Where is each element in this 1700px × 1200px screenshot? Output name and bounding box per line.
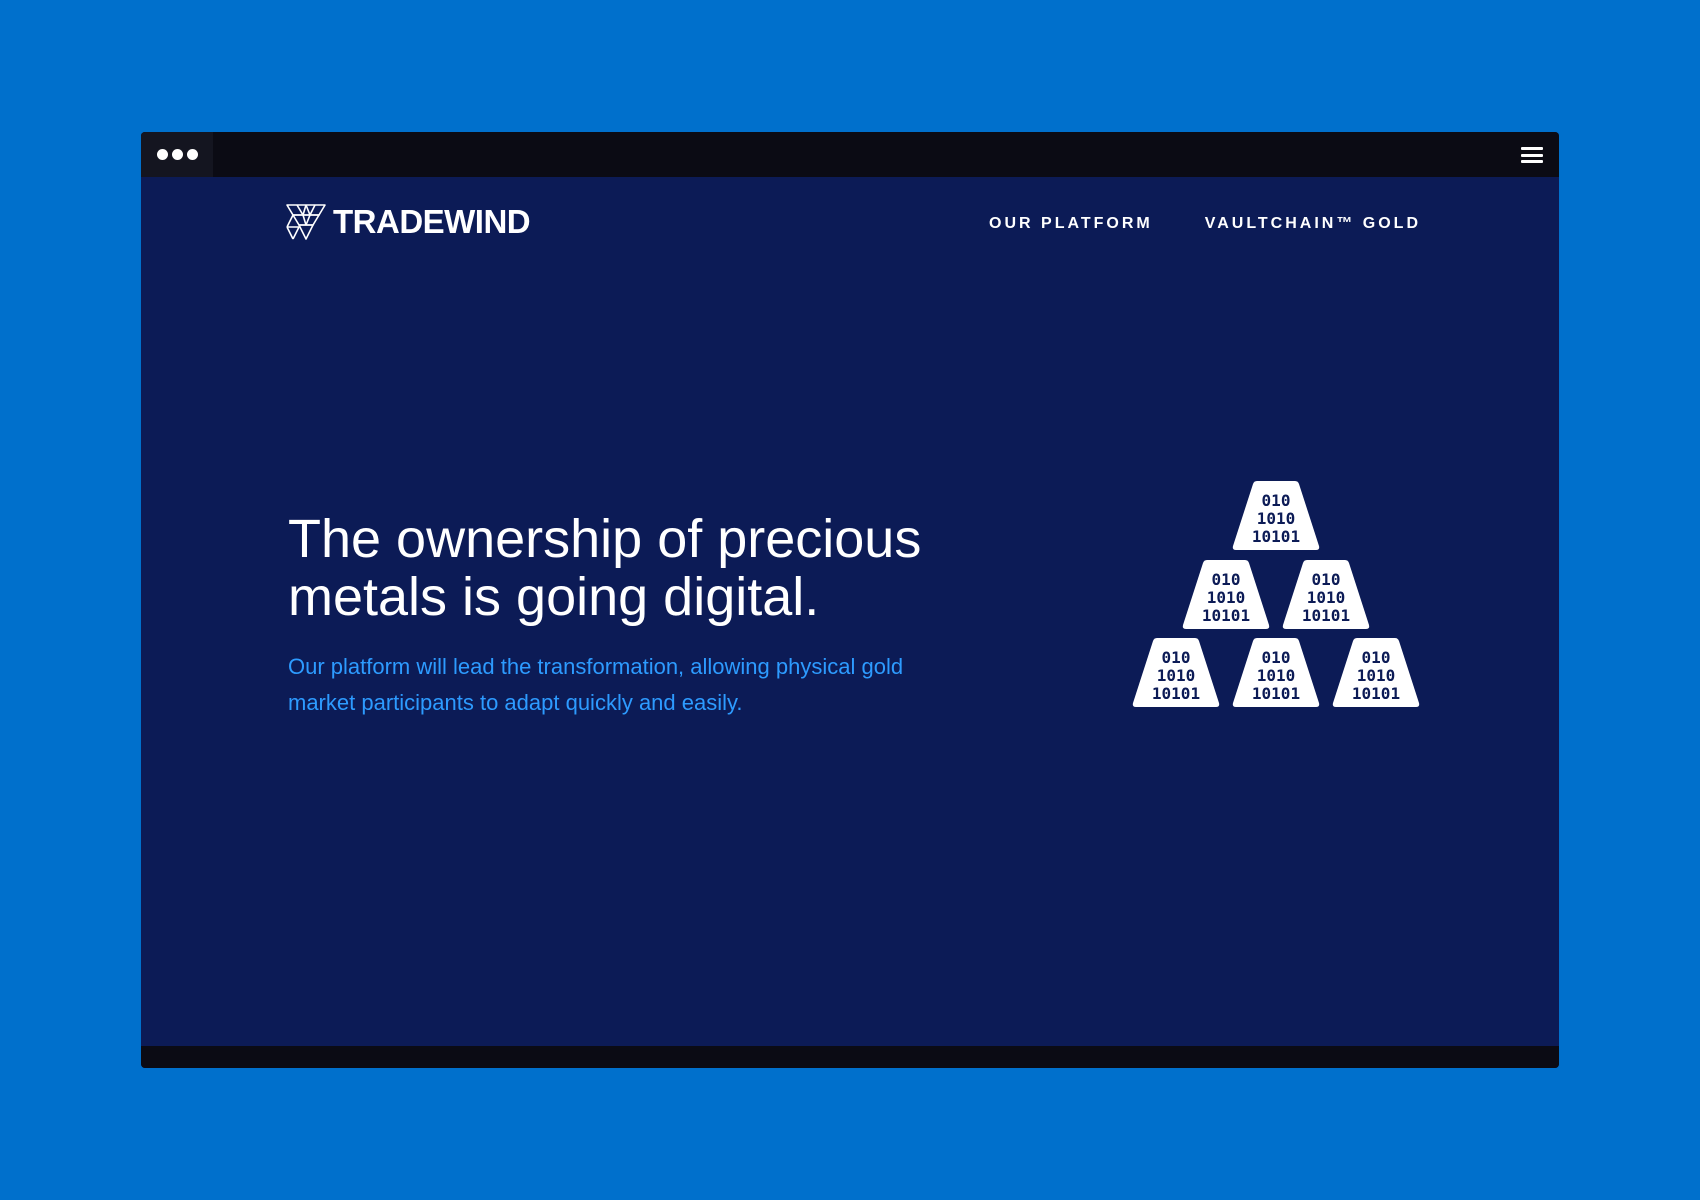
gold-bar-icon: 010 1010 10101: [1181, 559, 1271, 631]
hero-title-line-1: The ownership of precious: [288, 509, 922, 569]
nav-vaultchain-gold[interactable]: VAULTCHAIN™ GOLD: [1205, 215, 1421, 233]
gold-bar-line: 1010: [1256, 509, 1296, 528]
gold-bar-icon: 010 1010 10101: [1231, 637, 1321, 709]
gold-bar-icon: 010 1010 10101: [1131, 637, 1221, 709]
hero-subtitle: Our platform will lead the transformatio…: [288, 649, 988, 721]
browser-window: TRADEWIND OUR PLATFORM VAULTCHAIN™ GOLD …: [141, 132, 1559, 1068]
gold-bar-line: 010: [1361, 648, 1391, 667]
hamburger-menu-icon[interactable]: [1521, 147, 1543, 163]
nav-our-platform[interactable]: OUR PLATFORM: [989, 215, 1153, 233]
gold-bar-line: 10101: [1351, 684, 1401, 703]
hero-subtitle-line-2: market participants to adapt quickly and…: [288, 690, 743, 715]
logo[interactable]: TRADEWIND: [285, 203, 531, 241]
hero-title: The ownership of precious metals is goin…: [288, 510, 1008, 626]
gold-bar-line: 1010: [1156, 666, 1196, 685]
gold-bar-line: 010: [1261, 491, 1291, 510]
window-dot-3[interactable]: [186, 149, 198, 160]
gold-bar-line: 10101: [1251, 527, 1301, 546]
gold-bar-line: 10101: [1251, 684, 1301, 703]
main-nav: OUR PLATFORM VAULTCHAIN™ GOLD: [989, 215, 1421, 233]
digital-gold-bars-illustration: 010 1010 10101 010 1010 10101 010 1010 1…: [1126, 480, 1426, 720]
site-header: TRADEWIND OUR PLATFORM VAULTCHAIN™ GOLD: [141, 177, 1559, 267]
gold-bar-icon: 010 1010 10101: [1231, 480, 1321, 552]
gold-bar-line: 1010: [1306, 588, 1346, 607]
window-dot-2[interactable]: [171, 149, 183, 160]
hero-title-line-2: metals is going digital.: [288, 567, 820, 627]
gold-bar-line: 1010: [1256, 666, 1296, 685]
gold-bar-icon: 010 1010 10101: [1281, 559, 1371, 631]
tradewind-logo-icon: [286, 204, 326, 240]
browser-chrome: [141, 132, 1559, 177]
gold-bar-line: 010: [1311, 570, 1341, 589]
gold-bar-line: 010: [1161, 648, 1191, 667]
gold-bar-line: 10101: [1301, 606, 1351, 625]
browser-footer: [141, 1046, 1559, 1068]
window-controls: [141, 132, 213, 177]
gold-bar-line: 010: [1261, 648, 1291, 667]
gold-bar-line: 010: [1211, 570, 1241, 589]
gold-bar-line: 10101: [1151, 684, 1201, 703]
gold-bar-line: 10101: [1201, 606, 1251, 625]
gold-bar-line: 1010: [1206, 588, 1246, 607]
window-dot-1[interactable]: [156, 149, 168, 160]
hero-subtitle-line-1: Our platform will lead the transformatio…: [288, 654, 904, 679]
gold-bar-line: 1010: [1356, 666, 1396, 685]
logo-text: TRADEWIND: [333, 203, 531, 240]
gold-bar-icon: 010 1010 10101: [1331, 637, 1421, 709]
